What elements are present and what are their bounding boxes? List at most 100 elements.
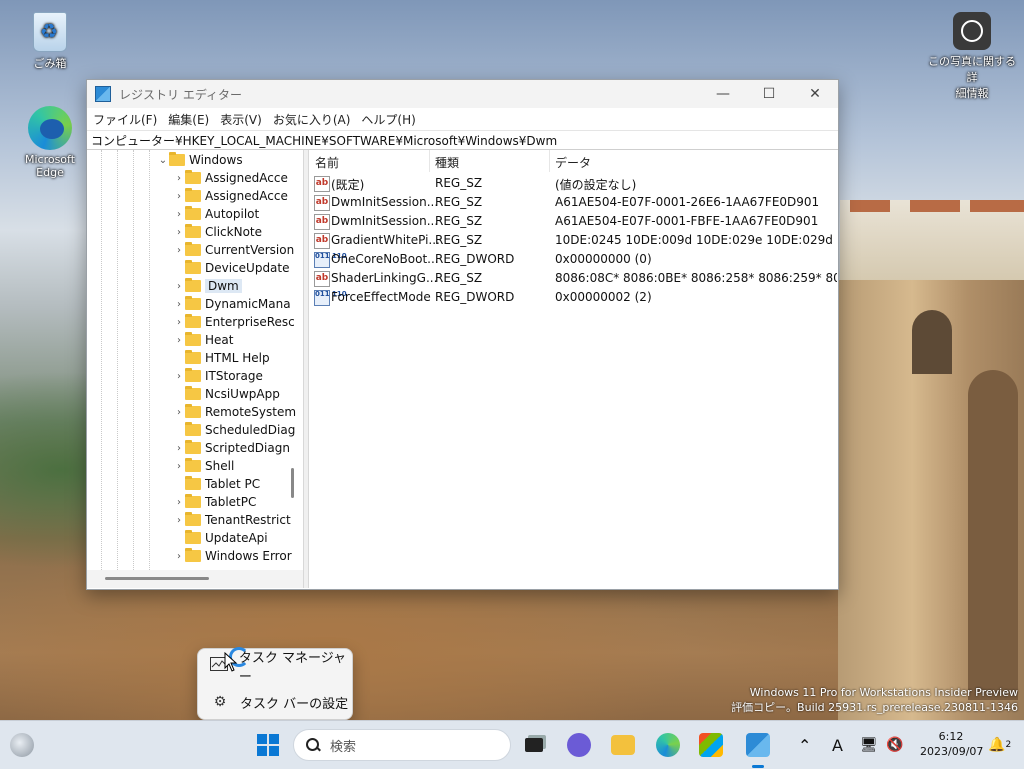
chevron-right-icon[interactable]: › [173,371,185,382]
tree-item-label: AssignedAcce [205,189,288,203]
tree-item[interactable]: › RemoteSystem [173,403,296,421]
value-row[interactable]: ab GradientWhitePi... REG_SZ 10DE:0245 10DE… [309,231,837,250]
desktop-icon-recycle-bin[interactable]: ごみ箱 [10,12,90,71]
chevron-right-icon[interactable]: › [173,515,185,526]
tree-item[interactable]: › Shell [173,457,234,475]
binary-value-icon: 011 110 [314,252,347,268]
chevron-right-icon[interactable]: › [173,443,185,454]
chevron-right-icon[interactable]: › [173,317,185,328]
title-bar[interactable]: レジストリ エディター — ☐ ✕ [87,80,838,108]
tree-item[interactable]: › Autopilot [173,205,259,223]
tree-item[interactable]: UpdateApi [173,529,268,547]
chevron-right-icon[interactable]: › [173,209,185,220]
chevron-right-icon[interactable]: › [173,407,185,418]
start-button[interactable] [254,729,282,761]
desktop-icon-edge[interactable]: Microsoft Edge [10,106,90,179]
chat-button[interactable] [566,729,592,761]
desktop-icon-photo-info[interactable]: この写真に関する詳 細情報 [924,12,1020,101]
chevron-right-icon[interactable]: › [173,191,185,202]
value-type: REG_DWORD [435,252,515,266]
tree-item[interactable]: DeviceUpdate [173,259,290,277]
value-row[interactable]: 011 110 OneCoreNoBoot... REG_DWORD 0x000000… [309,250,837,269]
taskbar-search[interactable]: 検索 [293,729,511,761]
regedit-taskbar-button[interactable] [745,729,771,761]
volume-mute-icon[interactable]: 🔇 [886,729,903,761]
chevron-right-icon[interactable]: › [173,461,185,472]
menu-view[interactable]: 表示(V) [220,111,262,128]
menu-item-taskbar-settings[interactable]: ⚙ タスク バーの設定 [198,685,352,719]
menu-file[interactable]: ファイル(F) [93,111,157,128]
window-title: レジストリ エディター [119,87,242,102]
taskbar-context-menu: タスク マネージャー ⚙ タスク バーの設定 [197,648,353,720]
value-name: DwmInitSession... [331,214,439,228]
tree-item[interactable]: NcsiUwpApp [173,385,280,403]
tree-item[interactable]: › CurrentVersion [173,241,294,259]
value-row[interactable]: ab (既定) REG_SZ (値の設定なし) [309,174,837,193]
column-header-name[interactable]: 名前 [315,154,339,171]
tree-item[interactable]: HTML Help [173,349,270,367]
chevron-right-icon[interactable]: › [173,497,185,508]
tree-item[interactable]: › Heat [173,331,233,349]
chevron-right-icon[interactable]: › [173,173,185,184]
value-row[interactable]: 011 110 ForceEffectMode REG_DWORD 0x0000000… [309,288,837,307]
tree-vertical-scrollbar[interactable] [287,150,301,570]
value-row[interactable]: ab ShaderLinkingG... REG_SZ 8086:08C* 8086:… [309,269,837,288]
column-header-type[interactable]: 種類 [435,154,459,171]
close-button[interactable]: ✕ [792,80,838,108]
value-data: A61AE504-E07F-0001-26E6-1AA67FE0D901 [555,195,820,209]
value-row[interactable]: ab DwmInitSession... REG_SZ A61AE504-E07F-0… [309,212,837,231]
tree-item[interactable]: › Windows Error [173,547,292,565]
file-explorer-button[interactable] [610,729,636,761]
maximize-button[interactable]: ☐ [746,80,792,108]
edge-taskbar-button[interactable] [655,729,681,761]
column-header-data[interactable]: データ [555,154,591,171]
tree-item[interactable]: › Dwm [173,277,242,295]
chevron-right-icon[interactable]: › [173,281,185,292]
chevron-right-icon[interactable]: › [173,299,185,310]
tree-item[interactable]: › ClickNote [173,223,262,241]
tree-item[interactable]: Tablet PC [173,475,260,493]
tree-item[interactable]: › EnterpriseResc [173,313,295,331]
chevron-right-icon[interactable]: › [173,551,185,562]
tree-horizontal-scrollbar[interactable] [87,570,303,588]
widgets-button[interactable] [10,733,34,757]
folder-icon [185,386,201,400]
store-button[interactable] [698,729,724,761]
folder-icon [185,242,201,256]
task-view-button[interactable] [522,729,546,761]
tree-item[interactable]: › DynamicMana [173,295,291,313]
chevron-right-icon[interactable]: › [173,335,185,346]
tree-item-windows[interactable]: ⌄ Windows [157,151,243,169]
menu-edit[interactable]: 編集(E) [168,111,209,128]
folder-icon [185,332,201,346]
tree-item[interactable]: › AssignedAcce [173,187,288,205]
tree-item-label: UpdateApi [205,531,268,545]
menu-favorites[interactable]: お気に入り(A) [273,111,351,128]
address-bar[interactable]: コンピューター¥HKEY_LOCAL_MACHINE¥SOFTWARE¥Micr… [87,130,838,150]
value-row[interactable]: ab DwmInitSession... REG_SZ A61AE504-E07F-0… [309,193,837,212]
chevron-right-icon[interactable]: › [173,245,185,256]
edge-icon [28,106,72,150]
minimize-button[interactable]: — [700,80,746,108]
tree-item-label: RemoteSystem [205,405,297,419]
tree-item[interactable]: › TenantRestrict [173,511,291,529]
tree-item[interactable]: › ScriptedDiagn [173,439,290,457]
value-data: 10DE:0245 10DE:009d 10DE:029e 10DE:029d … [555,233,837,247]
menu-help[interactable]: ヘルプ(H) [361,111,415,128]
ime-indicator[interactable]: A [832,729,843,761]
tree-item[interactable]: › TabletPC [173,493,256,511]
mouse-cursor-icon [224,652,238,672]
show-hidden-icons-button[interactable]: ⌃ [798,729,811,761]
chevron-right-icon[interactable]: › [173,227,185,238]
taskbar-clock[interactable]: 6:12 2023/09/07 [920,729,983,759]
network-icon[interactable]: 🖥 [860,729,878,761]
chevron-down-icon[interactable]: ⌄ [157,155,169,166]
menu-item-task-manager[interactable]: タスク マネージャー [198,649,352,685]
folder-icon [185,188,201,202]
folder-icon [169,152,185,166]
tree-item[interactable]: › ITStorage [173,367,263,385]
notification-bell-icon[interactable]: 🔔 2 [988,729,1011,761]
folder-icon [185,206,201,220]
tree-item[interactable]: ScheduledDiag [173,421,295,439]
tree-item[interactable]: › AssignedAcce [173,169,288,187]
